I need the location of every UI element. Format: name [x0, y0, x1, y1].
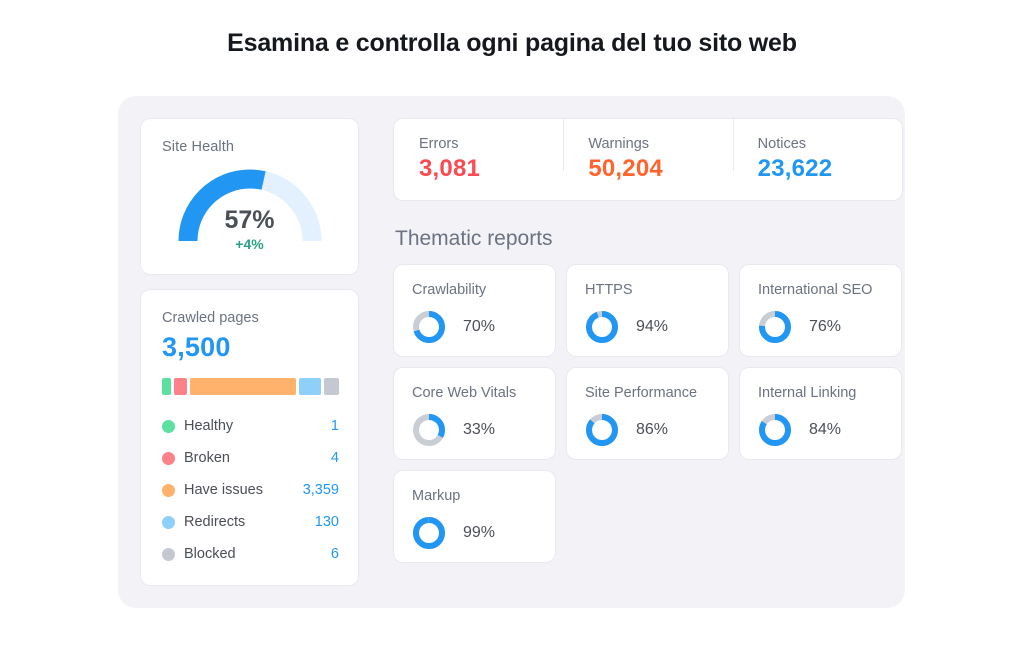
stat-value: 3,081 — [419, 155, 481, 182]
report-card-https[interactable]: HTTPS 94% — [566, 264, 729, 357]
donut-chart-icon — [586, 311, 618, 343]
issue-stats-card: Errors 3,081 Warnings 50,204 Notices 23,622 — [393, 117, 903, 201]
right-column: Errors 3,081 Warnings 50,204 Notices 23,622 T… — [393, 117, 903, 563]
segment-have-issues — [190, 378, 296, 395]
crawled-pages-card[interactable]: Crawled pages 3,500 Healthy 1 Broken 4 Have … — [140, 289, 359, 586]
thematic-reports-title: Thematic reports — [395, 227, 553, 250]
legend-value: 1 — [330, 418, 339, 434]
report-card-label: Site Performance — [585, 385, 698, 401]
legend-dot-icon — [162, 419, 175, 433]
report-card-percent: 94% — [636, 318, 669, 335]
segment-healthy — [162, 378, 172, 395]
legend-label: Broken — [184, 450, 230, 466]
site-audit-dashboard: Site Health 57% +4% Crawled pages 3,500 … — [118, 96, 905, 608]
report-card-label: HTTPS — [585, 282, 633, 298]
report-card-label: Internal Linking — [758, 385, 857, 401]
donut-chart-icon — [413, 414, 445, 446]
report-card-site-performance[interactable]: Site Performance 86% — [566, 367, 729, 460]
left-column: Site Health 57% +4% Crawled pages 3,500 … — [140, 118, 359, 586]
site-health-label: Site Health — [162, 139, 235, 155]
stat-notices[interactable]: Notices 23,622 — [732, 117, 902, 183]
crawled-pages-segment-bar — [162, 378, 339, 395]
donut-chart-icon — [759, 311, 791, 343]
report-card-percent: 84% — [809, 421, 842, 438]
site-health-card[interactable]: Site Health 57% +4% — [140, 118, 359, 275]
thematic-reports-grid: Crawlability 70% HTTPS 94% International SEO… — [393, 264, 903, 563]
legend-row[interactable]: Broken 4 — [162, 442, 339, 474]
donut-chart-icon — [586, 414, 618, 446]
stat-errors[interactable]: Errors 3,081 — [394, 136, 563, 183]
legend-dot-icon — [162, 515, 175, 529]
report-card-percent: 76% — [809, 318, 842, 335]
site-health-value: 57% — [224, 206, 275, 234]
crawled-pages-total: 3,500 — [162, 332, 231, 362]
report-card-body: 70% — [412, 310, 495, 344]
crawled-pages-legend: Healthy 1 Broken 4 Have issues 3,359 Redirects… — [162, 410, 339, 570]
legend-dot-icon — [162, 483, 175, 497]
segment-redirects — [298, 378, 321, 395]
legend-row[interactable]: Have issues 3,359 — [162, 474, 339, 506]
report-card-label: International SEO — [758, 282, 873, 298]
segment-broken — [174, 378, 188, 395]
legend-value: 6 — [330, 546, 339, 562]
report-card-label: Crawlability — [412, 282, 487, 298]
legend-row[interactable]: Healthy 1 — [162, 410, 339, 442]
report-card-label: Core Web Vitals — [412, 385, 517, 401]
legend-value: 4 — [330, 450, 339, 466]
report-card-crawlability[interactable]: Crawlability 70% — [393, 264, 556, 357]
donut-chart-icon — [759, 414, 791, 446]
crawled-pages-label: Crawled pages — [162, 310, 259, 326]
legend-value: 3,359 — [302, 482, 339, 498]
legend-row[interactable]: Blocked 6 — [162, 538, 339, 570]
report-card-markup[interactable]: Markup 99% — [393, 470, 556, 563]
donut-chart-icon — [413, 517, 445, 549]
legend-label: Healthy — [184, 418, 234, 434]
legend-row[interactable]: Redirects 130 — [162, 506, 339, 538]
report-card-body: 99% — [412, 516, 495, 550]
site-health-delta: +4% — [235, 236, 264, 252]
stat-value: 23,622 — [757, 155, 833, 182]
stat-warnings[interactable]: Warnings 50,204 — [563, 117, 732, 183]
report-card-body: 76% — [758, 310, 841, 344]
report-card-body: 84% — [758, 413, 841, 447]
report-card-percent: 86% — [636, 421, 669, 438]
report-card-international-seo[interactable]: International SEO 76% — [739, 264, 902, 357]
legend-label: Blocked — [184, 546, 236, 562]
stat-label: Errors — [419, 136, 459, 152]
site-health-gauge: 57% +4% — [177, 168, 323, 252]
donut-chart-icon — [413, 311, 445, 343]
legend-dot-icon — [162, 547, 175, 561]
report-card-internal-linking[interactable]: Internal Linking 84% — [739, 367, 902, 460]
report-card-body: 86% — [585, 413, 668, 447]
segment-blocked — [323, 378, 339, 395]
legend-dot-icon — [162, 451, 175, 465]
legend-label: Redirects — [184, 514, 246, 530]
stat-label: Notices — [757, 136, 807, 152]
report-card-body: 94% — [585, 310, 668, 344]
report-card-core-web-vitals[interactable]: Core Web Vitals 33% — [393, 367, 556, 460]
report-card-percent: 33% — [463, 421, 496, 438]
report-card-body: 33% — [412, 413, 495, 447]
report-card-percent: 70% — [463, 318, 496, 335]
legend-value: 130 — [314, 514, 339, 530]
report-card-percent: 99% — [463, 524, 496, 541]
stat-value: 50,204 — [588, 155, 663, 182]
report-card-label: Markup — [412, 488, 461, 504]
page-title: Esamina e controlla ogni pagina del tuo … — [227, 29, 797, 57]
legend-label: Have issues — [184, 482, 263, 498]
stat-label: Warnings — [588, 136, 650, 152]
